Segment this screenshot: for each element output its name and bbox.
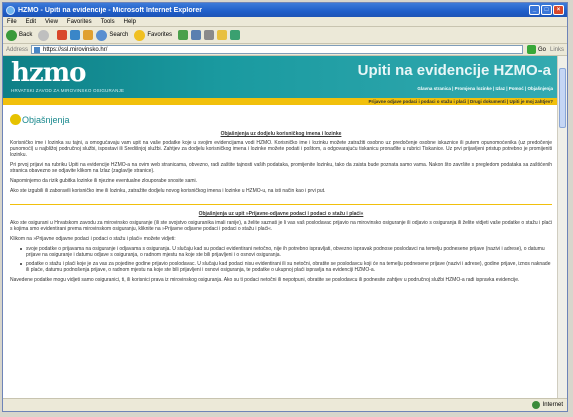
site-header: hzmo HRVATSKI ZAVOD ZA MIROVINSKO OSIGUR… <box>3 56 559 98</box>
hzmo-logo[interactable]: hzmo <box>11 58 87 88</box>
favorites-label: Favorites <box>147 32 173 38</box>
back-label: Back <box>19 32 33 38</box>
search-button[interactable]: Search <box>96 29 129 41</box>
page-viewport: hzmo HRVATSKI ZAVOD ZA MIROVINSKO OSIGUR… <box>3 56 559 400</box>
section-title: Objašnjenja <box>22 114 70 125</box>
paragraph-1: Korisničko ime i lozinka su tajni, a omo… <box>10 140 552 158</box>
status-bar: Internet <box>3 398 567 411</box>
divider <box>10 204 552 205</box>
window-title: HZMO - Upiti na evidencije - Microsoft I… <box>18 6 202 14</box>
menu-tools[interactable]: Tools <box>101 19 115 25</box>
page-icon <box>34 46 41 53</box>
heading-inquiry: Objašnjenja uz upit »Prijavne-odjavne po… <box>198 211 364 217</box>
home-icon[interactable] <box>83 30 94 40</box>
star-icon <box>134 29 146 41</box>
title-bar: HZMO - Upiti na evidencije - Microsoft I… <box>3 3 567 17</box>
status-zone: Internet <box>542 402 563 408</box>
back-arrow-icon <box>6 29 17 41</box>
logo-subtitle: HRVATSKI ZAVOD ZA MIROVINSKO OSIGURANJE <box>11 88 125 93</box>
links-label[interactable]: Links <box>550 47 564 53</box>
back-button[interactable]: Back <box>6 29 33 41</box>
paragraph-2: Pri prvoj prijavi na rubriku Upiti na ev… <box>10 162 552 174</box>
scrollbar-thumb[interactable] <box>559 68 566 128</box>
site-title: Upiti na evidencije HZMO-a <box>357 62 551 79</box>
go-button[interactable]: Go <box>526 45 546 54</box>
paragraph-4: Ako ste izgubili ili zaboravili korisnič… <box>10 188 326 194</box>
paragraph-7: Navedene podatke mogu vidjeti samo osigu… <box>10 277 520 283</box>
forward-arrow-icon <box>38 29 50 41</box>
search-label: Search <box>109 32 129 38</box>
edit-icon[interactable] <box>217 30 228 40</box>
browser-window: HZMO - Upiti na evidencije - Microsoft I… <box>2 2 568 412</box>
ie-icon <box>6 5 15 15</box>
address-input[interactable]: https://ssl.mirovinsko.hr/ <box>31 45 523 54</box>
menu-bar: File Edit View Favorites Tools Help <box>3 17 567 27</box>
favorites-button[interactable]: Favorites <box>134 29 173 41</box>
mail-icon[interactable] <box>191 30 202 40</box>
minimize-button[interactable]: _ <box>529 5 540 15</box>
menu-favorites[interactable]: Favorites <box>67 19 92 25</box>
refresh-icon[interactable] <box>70 30 81 40</box>
globe-icon <box>531 401 540 409</box>
menu-edit[interactable]: Edit <box>26 19 36 25</box>
address-bar: Address https://ssl.mirovinsko.hr/ Go Li… <box>3 44 567 56</box>
bullet-list: svoje podatke o prijavama na osiguranje … <box>20 246 552 273</box>
top-nav[interactable]: Glavna stranica | Promjena lozinke | Izl… <box>417 86 553 91</box>
history-icon[interactable] <box>178 30 189 40</box>
paragraph-3: Napominjemo da rizik gubitka lozinke ili… <box>10 178 198 184</box>
print-icon[interactable] <box>204 30 215 40</box>
forward-button[interactable] <box>38 29 51 41</box>
stop-icon[interactable] <box>57 30 68 40</box>
menu-help[interactable]: Help <box>124 19 136 25</box>
secondary-nav[interactable]: Prijavne odjave podaci i podaci o stažu … <box>3 98 559 105</box>
list-item: podatke o stažu i plaći koje je za vas z… <box>20 261 552 273</box>
messenger-icon[interactable] <box>230 30 241 40</box>
main-content: Objašnjenja Objašnjenja uz dodjelu koris… <box>3 105 559 283</box>
menu-view[interactable]: View <box>45 19 58 25</box>
vertical-scrollbar[interactable] <box>557 56 567 400</box>
list-item: svoje podatke o prijavama na osiguranje … <box>20 246 552 258</box>
toolbar: Back Search Favorites <box>3 27 567 44</box>
menu-file[interactable]: File <box>7 19 17 25</box>
search-icon <box>96 29 108 41</box>
close-button[interactable]: × <box>553 5 564 15</box>
go-label: Go <box>537 46 546 53</box>
paragraph-6: Klikom na »Prijavne odjavne podaci i pod… <box>10 236 176 242</box>
section-circle-icon <box>10 114 21 125</box>
go-arrow-icon <box>526 45 536 54</box>
address-label: Address <box>6 46 29 53</box>
heading-credentials: Objašnjenja uz dodjelu korisničkog imena… <box>220 131 342 137</box>
address-url: https://ssl.mirovinsko.hr/ <box>43 46 108 53</box>
maximize-button[interactable]: □ <box>541 5 552 15</box>
paragraph-5: Ako ste osigurani u Hrvatskom zavodu za … <box>10 220 552 232</box>
section-header: Objašnjenja <box>10 114 552 125</box>
